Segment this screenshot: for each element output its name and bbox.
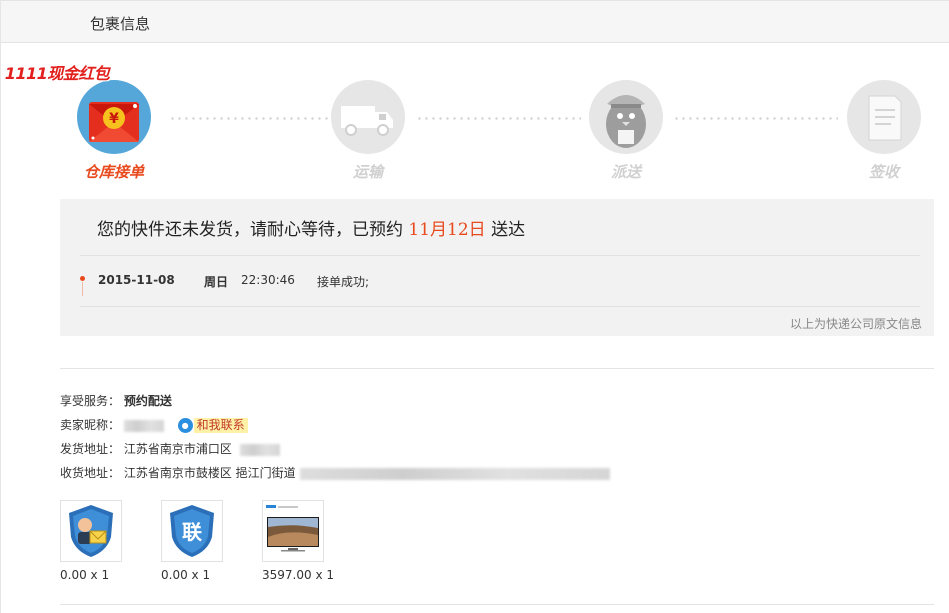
contact-label: 和我联系 [193, 418, 248, 433]
svg-text:¥: ¥ [109, 111, 119, 127]
service-label: 享受服务： [60, 394, 121, 408]
step-connector [416, 117, 581, 120]
package-info-header: 包裹信息 [1, 0, 949, 43]
seller-row: 卖家昵称： ● 和我联系 [60, 416, 934, 440]
section-divider [60, 368, 934, 369]
redacted-address [299, 467, 610, 480]
ship-to-label: 收货地址： [60, 466, 121, 480]
tracking-log-entry: 2015-11-08 周日 22:30:46 接单成功; [80, 269, 920, 299]
order-info: 享受服务： 预约配送 卖家昵称： ● 和我联系 发货地址： 江苏省南京市浦口区 … [60, 392, 934, 488]
product-price: 0.00 x 1 [161, 568, 211, 582]
divider [80, 255, 920, 256]
section-divider [60, 604, 934, 605]
status-message: 您的快件还未发货，请耐心等待，已预约 11月12日 送达 [97, 215, 525, 240]
lian-glyph: 联 [182, 520, 202, 544]
ship-from-row: 发货地址： 江苏省南京市浦口区 [60, 440, 934, 464]
chat-bubble-icon: ● [177, 418, 193, 433]
courier-icon [589, 80, 663, 154]
lian-shield-icon[interactable]: 联 [161, 500, 223, 562]
log-date: 2015-11-08 [98, 273, 175, 287]
promo-banner[interactable]: 1111现金红包 [3, 60, 111, 84]
step-label: 签收 [868, 163, 899, 181]
step-label: 仓库接单 [83, 163, 144, 181]
timeline-line [82, 282, 83, 296]
timeline-dot-icon [80, 276, 85, 281]
ship-from-value: 江苏省南京市浦口区 [123, 442, 232, 456]
step-connector [169, 117, 329, 120]
product-item[interactable]: 联 0.00 x 1 [161, 500, 251, 582]
step-signed: 签收 [829, 60, 939, 185]
log-text: 接单成功; [317, 275, 370, 289]
page: 包裹信息 1111现金红包 ¥ 仓库接单 运输 派送 签收 您的快件还未发货，请… [0, 0, 949, 613]
red-envelope-icon: ¥ [77, 80, 151, 154]
truck-icon [331, 80, 405, 154]
document-icon [847, 80, 921, 154]
service-value: 预约配送 [123, 394, 172, 408]
step-transport: 运输 [313, 60, 423, 185]
progress-steps: 1111现金红包 ¥ 仓库接单 运输 派送 签收 [1, 60, 949, 190]
service-row: 享受服务： 预约配送 [60, 392, 934, 416]
redacted-seller-name [123, 419, 164, 432]
ship-from-label: 发货地址： [60, 442, 121, 456]
log-weekday: 周日 [204, 275, 229, 289]
product-price: 0.00 x 1 [60, 568, 110, 582]
status-message-prefix: 您的快件还未发货，请耐心等待，已预约 [97, 220, 403, 240]
product-list: 0.00 x 1 联 0.00 x 1 3597.00 x 1 [60, 500, 660, 590]
ship-to-row: 收货地址： 江苏省南京市鼓楼区 挹江门街道 [60, 464, 934, 488]
status-message-suffix: 送达 [491, 220, 526, 240]
redacted-address [239, 443, 280, 456]
step-label: 派送 [610, 163, 641, 181]
seller-label: 卖家昵称： [60, 418, 121, 432]
log-time: 22:30:46 [241, 273, 295, 287]
step-connector [673, 117, 838, 120]
status-panel: 您的快件还未发货，请耐心等待，已预约 11月12日 送达 2015-11-08 … [60, 199, 934, 336]
ship-to-value: 江苏省南京市鼓楼区 挹江门街道 [123, 466, 296, 480]
product-item[interactable]: 3597.00 x 1 [262, 500, 352, 582]
delivery-shield-icon[interactable] [60, 500, 122, 562]
tv-product-icon[interactable] [262, 500, 324, 562]
appointment-date: 11月12日 [408, 220, 486, 240]
product-price: 3597.00 x 1 [262, 568, 334, 582]
contact-seller-button[interactable]: ● 和我联系 [177, 418, 248, 433]
divider [80, 306, 920, 307]
step-label: 运输 [352, 163, 383, 181]
source-note: 以上为快递公司原文信息 [789, 317, 922, 331]
step-delivery: 派送 [571, 60, 681, 185]
page-title: 包裹信息 [90, 15, 151, 33]
product-item[interactable]: 0.00 x 1 [60, 500, 150, 582]
